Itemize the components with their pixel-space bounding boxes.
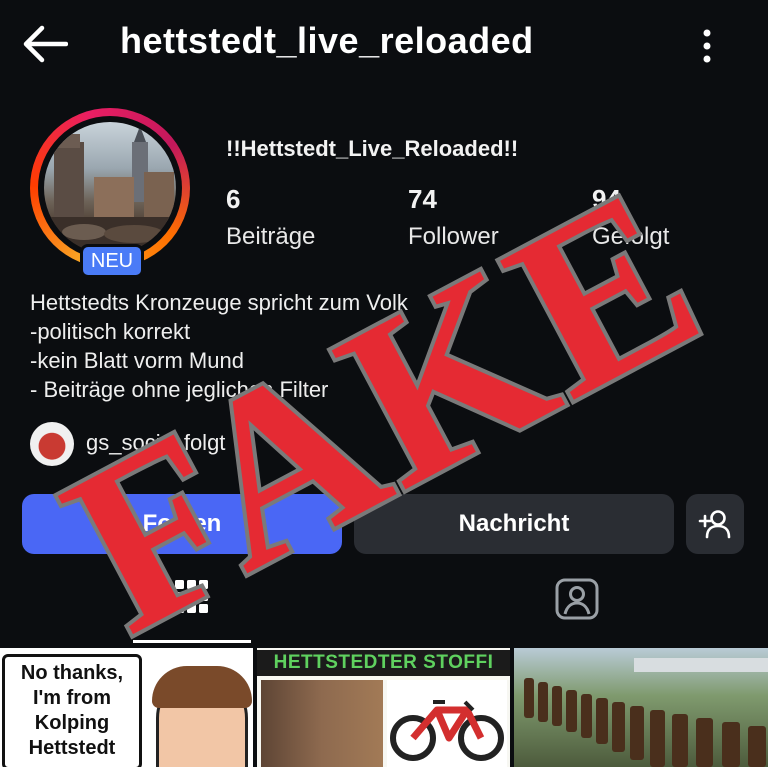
follower-avatar <box>30 422 74 466</box>
followed-by-text: gs_social folgt <box>86 430 226 455</box>
bio-line: -kein Blatt vorm Mund <box>30 348 244 373</box>
post-caption-box: No thanks, I'm from Kolping Hettstedt <box>2 654 142 767</box>
stat-value: 94 <box>592 184 621 214</box>
post-text-line: Hettstedt <box>28 737 116 759</box>
stat-posts[interactable]: 6 Beiträge <box>226 184 315 251</box>
active-tab-indicator <box>133 640 251 643</box>
stat-following[interactable]: 94 Gefolgt <box>592 184 669 251</box>
arrow-left-icon[interactable] <box>22 24 68 64</box>
bio: Hettstedts Kronzeuge spricht zum Volk -p… <box>30 288 408 404</box>
more-vertical-icon[interactable] <box>695 26 719 66</box>
bio-line: - Beiträge ohne jeglichen Filter <box>30 377 329 402</box>
bottles-image <box>524 658 768 767</box>
add-user-button[interactable] <box>686 494 744 554</box>
bike-image <box>387 680 507 767</box>
stat-value: 6 <box>226 184 241 214</box>
grid-icon <box>175 580 208 613</box>
post-thumbnail[interactable]: No thanks, I'm from Kolping Hettstedt <box>0 648 253 767</box>
post-text-line: No thanks, <box>20 662 124 684</box>
person-add-icon <box>698 510 731 539</box>
tab-tagged[interactable] <box>518 570 636 644</box>
stat-followers[interactable]: 74 Follower <box>408 184 499 251</box>
profile-tabs <box>0 570 768 644</box>
stat-value: 74 <box>408 184 437 214</box>
cartoon-hair <box>152 666 252 708</box>
post-title: HETTSTEDTER STOFFI <box>257 650 510 676</box>
post-grid: No thanks, I'm from Kolping Hettstedt HE… <box>0 648 768 767</box>
avatar-image <box>44 122 176 254</box>
top-bar: hettstedt_live_reloaded <box>0 0 768 90</box>
stat-label: Beiträge <box>226 223 316 250</box>
message-button[interactable]: Nachricht <box>354 494 674 554</box>
doorway-image <box>261 680 383 767</box>
tab-posts-grid[interactable] <box>133 570 251 644</box>
display-name: !!Hettstedt_Live_Reloaded!! <box>226 136 519 161</box>
post-text-line: Kolping <box>34 712 110 734</box>
post-thumbnail[interactable] <box>514 648 768 767</box>
follow-button[interactable]: Folgen <box>22 494 342 554</box>
bio-line: Hettstedts Kronzeuge spricht zum Volk <box>30 290 408 315</box>
stat-label: Gefolgt <box>592 223 670 250</box>
bio-line: -politisch korrekt <box>30 319 191 344</box>
post-thumbnail[interactable]: HETTSTEDTER STOFFI <box>257 648 510 767</box>
post-text-line: I'm from <box>32 687 112 709</box>
profile-username: hettstedt_live_reloaded <box>120 20 534 61</box>
new-badge: NEU <box>80 244 144 278</box>
tagged-person-icon <box>555 578 599 620</box>
stat-label: Follower <box>408 223 499 250</box>
